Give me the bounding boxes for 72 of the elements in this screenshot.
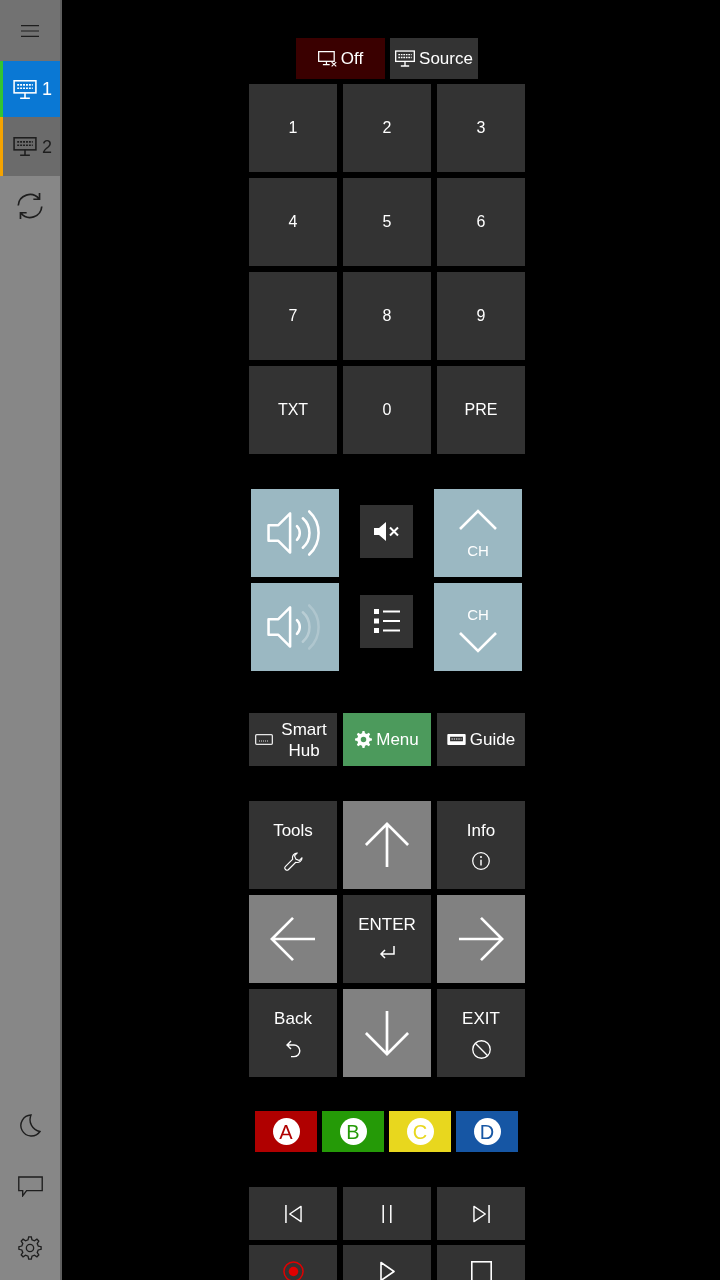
volume-low-icon <box>267 603 323 651</box>
keypad-key[interactable]: 5 <box>343 178 431 266</box>
list-button[interactable] <box>360 594 413 648</box>
chevron-up-icon <box>459 509 497 530</box>
down-arrow-icon <box>364 1010 410 1056</box>
tools-button[interactable]: Tools <box>249 801 337 889</box>
mute-icon <box>374 520 399 542</box>
keypad-key[interactable]: 8 <box>343 272 431 360</box>
keypad-key[interactable]: 9 <box>437 272 525 360</box>
function-key-button[interactable]: A <box>255 1111 317 1152</box>
circled-letter: D <box>473 1118 501 1145</box>
keypad-key[interactable]: 3 <box>437 84 525 172</box>
list-icon <box>373 609 400 633</box>
device-tab[interactable]: 1 <box>0 61 60 117</box>
right-arrow-icon <box>458 916 504 962</box>
chat-bubble-icon <box>17 1176 43 1197</box>
down-arrow-button[interactable] <box>343 989 431 1077</box>
left-arrow-button[interactable] <box>249 895 337 983</box>
function-key-button[interactable]: D <box>456 1111 518 1152</box>
monitor-icon <box>13 79 37 99</box>
back-button[interactable]: Back <box>249 989 337 1077</box>
enter-icon <box>379 946 395 959</box>
chevron-down-icon <box>459 632 497 653</box>
pause-icon <box>382 1204 392 1223</box>
keypad-key[interactable]: 4 <box>249 178 337 266</box>
right-arrow-button[interactable] <box>437 895 525 983</box>
source-button[interactable]: Source <box>390 38 478 79</box>
circled-letter: C <box>406 1118 434 1145</box>
volume-up-button[interactable] <box>251 489 339 577</box>
play-icon <box>379 1261 395 1280</box>
monitor-icon <box>13 137 37 156</box>
skip-back-icon <box>284 1204 302 1223</box>
stop-icon <box>470 1261 492 1280</box>
keypad-key[interactable]: 6 <box>437 178 525 266</box>
undo-icon <box>285 1040 301 1058</box>
function-key-button[interactable]: B <box>322 1111 384 1152</box>
up-arrow-icon <box>364 822 410 868</box>
smart-hub-button[interactable]: Smart Hub <box>249 713 337 766</box>
mute-button[interactable] <box>360 504 413 558</box>
keypad-key[interactable]: 1 <box>249 84 337 172</box>
keypad-key[interactable]: PRE <box>437 366 525 454</box>
keypad-key[interactable]: TXT <box>249 366 337 454</box>
previous-button[interactable] <box>249 1187 337 1240</box>
settings-icon <box>18 1235 42 1260</box>
info-icon <box>472 852 490 870</box>
volume-high-icon <box>267 509 323 557</box>
wrench-icon <box>283 852 303 871</box>
circled-letter: A <box>272 1118 300 1145</box>
volume-down-button[interactable] <box>251 583 339 671</box>
keyboard-icon <box>446 734 466 745</box>
gear-icon <box>355 731 373 748</box>
skip-forward-icon <box>472 1204 490 1223</box>
guide-button[interactable]: Guide <box>437 713 525 766</box>
record-icon <box>282 1261 304 1280</box>
keyboard-icon <box>255 734 273 745</box>
left-arrow-icon <box>270 916 316 962</box>
exit-button[interactable]: EXIT <box>437 989 525 1077</box>
keypad-key[interactable]: 7 <box>249 272 337 360</box>
monitor-icon <box>395 50 416 67</box>
info-button[interactable]: Info <box>437 801 525 889</box>
no-entry-icon <box>471 1040 491 1059</box>
keypad-key[interactable]: 0 <box>343 366 431 454</box>
circled-letter: B <box>339 1118 367 1145</box>
up-arrow-button[interactable] <box>343 801 431 889</box>
refresh-icon <box>17 192 43 220</box>
monitor-x-icon <box>317 50 337 67</box>
next-button[interactable] <box>437 1187 525 1240</box>
off-button[interactable]: Off <box>296 38 385 79</box>
menu-icon <box>21 24 39 37</box>
enter-button[interactable]: ENTER <box>343 895 431 983</box>
keypad-key[interactable]: 2 <box>343 84 431 172</box>
moon-icon <box>19 1114 41 1137</box>
